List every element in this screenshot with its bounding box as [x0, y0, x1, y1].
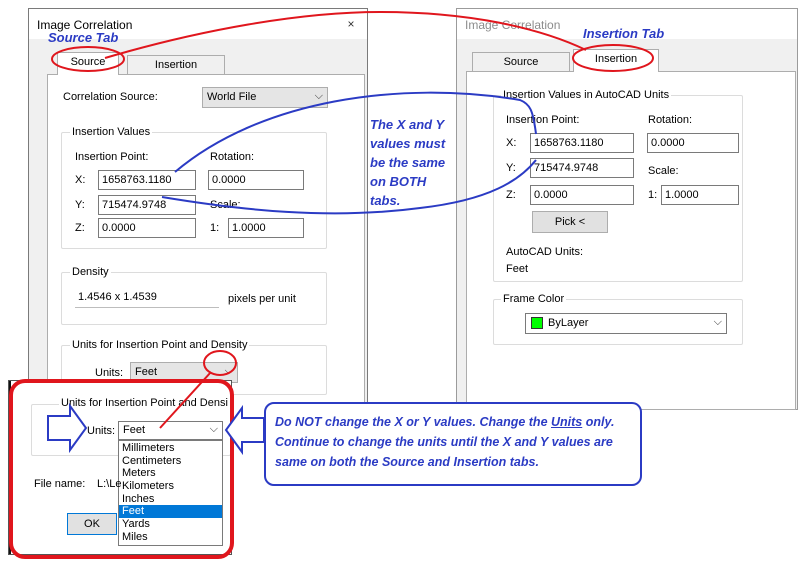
y-value-field[interactable]: 715474.9748 [530, 158, 634, 178]
xy-note-line: tabs. [370, 193, 401, 208]
callout-box: Do NOT change the X or Y values. Change … [264, 402, 642, 486]
insertion-values-title: Insertion Values [70, 126, 153, 138]
scale-label: Scale: [210, 199, 241, 211]
units-option-centimeters[interactable]: Centimeters [119, 455, 222, 468]
z-label: Z: [75, 222, 85, 234]
pick-button[interactable]: Pick < [532, 211, 608, 233]
y-label: Y: [506, 162, 516, 174]
units-option-feet[interactable]: Feet [119, 505, 222, 519]
scale-prefix: 1: [648, 189, 658, 201]
density-value-field: 1.4546 x 1.4539 [75, 288, 219, 308]
y-label: Y: [75, 199, 85, 211]
insertion-tab-caption: Insertion Tab [583, 26, 665, 41]
units-dropdown-list: Millimeters Centimeters Meters Kilometer… [118, 440, 223, 546]
units-option-meters[interactable]: Meters [119, 467, 222, 480]
correlation-source-label: Correlation Source: [63, 91, 158, 103]
xy-note-line: be the same [370, 155, 446, 170]
callout-text: Do NOT change the X or Y values. Change … [275, 412, 639, 472]
tab-source[interactable]: Source [472, 52, 570, 72]
insertion-autocad-title: Insertion Values in AutoCAD Units [501, 89, 672, 101]
units-group-title: Units for Insertion Point and Density [70, 339, 250, 351]
scale-label: Scale: [648, 165, 679, 177]
insertion-point-label: Insertion Point: [75, 151, 149, 163]
insertion-tab-panel: Insertion Values in AutoCAD Units Insert… [466, 71, 796, 410]
autocad-units-label: AutoCAD Units: [506, 246, 584, 258]
units-label: Units: [95, 367, 124, 379]
rotation-label: Rotation: [210, 151, 255, 163]
correlation-source-select[interactable]: World File ⌵ [202, 87, 328, 108]
tab-source[interactable]: Source [57, 52, 119, 75]
tab-insertion[interactable]: Insertion [127, 55, 225, 75]
scale-field[interactable]: 1.0000 [228, 218, 304, 238]
callout-text-units: Units [551, 415, 583, 429]
units-option-yards[interactable]: Yards [119, 518, 222, 531]
frame-color-select[interactable]: ByLayer ⌵ [525, 313, 727, 334]
zoom-inset: Units for Insertion Point and Densi Unit… [8, 380, 232, 555]
scale-prefix: 1: [210, 222, 220, 234]
inset-black-edge [9, 381, 11, 554]
x-value-field[interactable]: 1658763.1180 [98, 170, 196, 190]
units-option-kilometers[interactable]: Kilometers [119, 480, 222, 493]
frame-color-value: ByLayer [548, 317, 589, 329]
inset-units-label: Units: [87, 425, 116, 437]
inset-units-value: Feet [123, 424, 146, 436]
source-tab-caption: Source Tab [48, 30, 119, 45]
autocad-units-value: Feet [506, 263, 529, 275]
x-label: X: [75, 174, 86, 186]
chevron-down-icon: ⌵ [713, 316, 722, 328]
chevron-down-icon: ⌵ [209, 423, 218, 435]
frame-color-title: Frame Color [501, 293, 567, 305]
xy-note-line: on BOTH [370, 174, 427, 189]
tab-insertion[interactable]: Insertion [573, 49, 659, 72]
file-name-value: L:\Le [97, 478, 122, 490]
insertion-window-title: Image Correlation [465, 18, 561, 32]
rotation-field[interactable]: 0.0000 [208, 170, 304, 190]
z-label: Z: [506, 189, 516, 201]
file-name-label: File name: [34, 478, 86, 490]
x-value-field[interactable]: 1658763.1180 [530, 133, 634, 153]
units-option-miles[interactable]: Miles [119, 531, 222, 544]
source-tab-panel: Correlation Source: World File ⌵ Inserti… [47, 74, 365, 428]
xy-note-line: values must [370, 136, 446, 151]
x-label: X: [506, 137, 517, 149]
color-swatch-icon [531, 317, 543, 329]
y-value-field[interactable]: 715474.9748 [98, 195, 196, 215]
chevron-down-icon: ⌵ [224, 365, 233, 377]
insertion-point-label: Insertion Point: [506, 114, 580, 126]
inset-units-group-title: Units for Insertion Point and Densi [59, 397, 230, 409]
correlation-source-value: World File [207, 91, 257, 103]
rotation-label: Rotation: [648, 114, 693, 126]
callout-text-pre: Do NOT change the X or Y values. Change … [275, 415, 551, 429]
xy-note: The X and Y values must be the same on B… [370, 115, 445, 210]
z-value-field[interactable]: 0.0000 [98, 218, 196, 238]
insertion-dialog: Image Correlation Source Insertion Inser… [456, 8, 798, 410]
rotation-field[interactable]: 0.0000 [647, 133, 739, 153]
close-icon[interactable]: × [339, 12, 363, 36]
xy-note-line: The X and Y [370, 117, 445, 132]
units-option-inches[interactable]: Inches [119, 493, 222, 506]
density-unit: pixels per unit [228, 293, 296, 305]
ok-button[interactable]: OK [67, 513, 117, 535]
density-title: Density [70, 266, 111, 278]
source-dialog: Image Correlation × Source Insertion Cor… [28, 8, 368, 428]
units-option-millimeters[interactable]: Millimeters [119, 442, 222, 455]
inset-units-select[interactable]: Feet ⌵ [118, 421, 223, 440]
units-value: Feet [135, 366, 158, 378]
scale-field[interactable]: 1.0000 [661, 185, 739, 205]
chevron-down-icon: ⌵ [314, 90, 323, 102]
z-value-field[interactable]: 0.0000 [530, 185, 634, 205]
